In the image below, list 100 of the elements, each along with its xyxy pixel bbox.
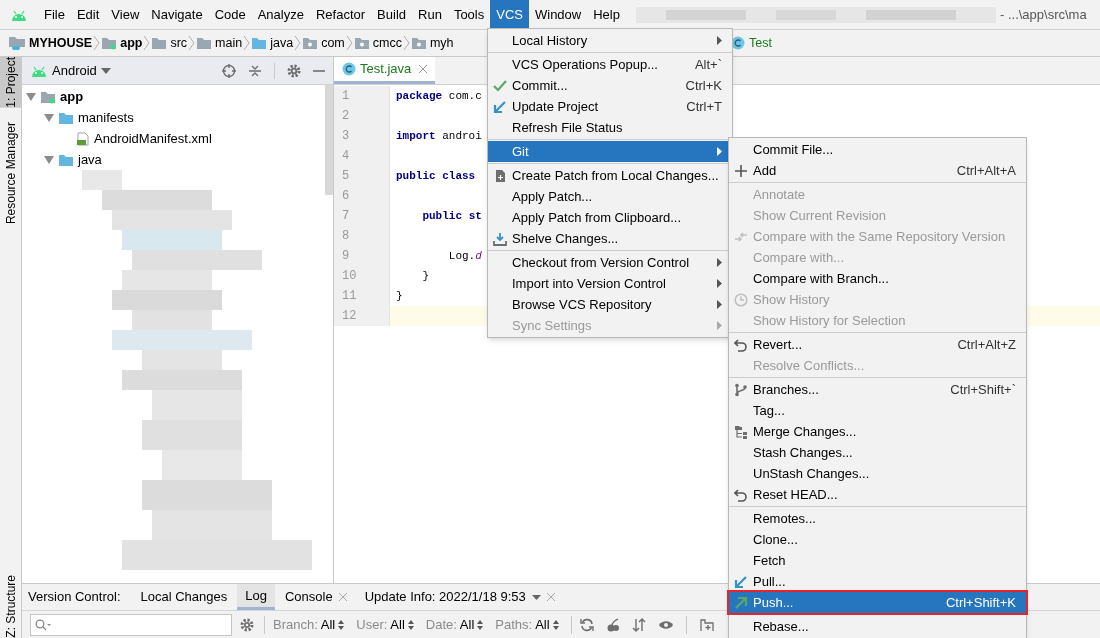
breadcrumb-item[interactable]: main — [215, 33, 243, 53]
filter-dropdown[interactable]: Date: All — [425, 614, 484, 635]
menu-item[interactable]: Apply Patch from Clipboard... — [488, 207, 732, 228]
submenu-arrow-icon — [717, 321, 722, 330]
view-selector[interactable]: Android — [52, 60, 97, 81]
tree-item[interactable]: AndroidManifest.xml — [94, 128, 212, 149]
filter-dropdown[interactable]: Paths: All — [495, 614, 559, 635]
code-line: public class — [395, 168, 477, 184]
search-field[interactable] — [30, 613, 232, 636]
menu-item[interactable]: Apply Patch... — [488, 186, 732, 207]
line-number: 9 — [334, 246, 390, 266]
manifest-file-icon — [76, 131, 90, 146]
menu-item[interactable]: Analyze — [251, 0, 310, 30]
breadcrumb-item[interactable]: com — [321, 33, 345, 53]
editor-tab[interactable]: Test.java — [334, 57, 436, 84]
tree-item[interactable]: manifests — [78, 107, 134, 128]
menu-item[interactable]: VCS — [490, 0, 529, 30]
breadcrumb-item[interactable]: myh — [429, 33, 454, 53]
panel-tab[interactable]: Log — [237, 584, 275, 610]
chevron-icon — [402, 35, 410, 51]
line-number: 4 — [334, 146, 390, 166]
breadcrumb-item[interactable]: src — [170, 33, 188, 53]
filter-dropdown[interactable]: User: All — [356, 614, 414, 635]
breadcrumb-item[interactable]: MYHOUSE — [29, 33, 93, 53]
breadcrumb-item[interactable]: cmcc — [372, 33, 402, 53]
menu-item[interactable]: UnStash Changes... — [729, 463, 1026, 484]
menu-item[interactable]: Remotes... — [729, 508, 1026, 529]
menu-item[interactable]: View — [105, 0, 146, 30]
panel-tab[interactable]: Update Info: 2022/1/18 9:53 — [356, 584, 563, 610]
android-icon — [30, 64, 48, 77]
chevron-icon — [188, 35, 196, 51]
breadcrumb-item[interactable]: app — [120, 33, 143, 53]
menu-item[interactable]: Create Patch from Local Changes... — [488, 165, 732, 186]
close-icon — [338, 593, 347, 601]
tree-item[interactable]: app — [60, 86, 84, 107]
code-line: } — [395, 288, 403, 304]
collapse-icon — [248, 63, 262, 78]
menu-item[interactable]: Add Ctrl+Alt+A — [729, 160, 1026, 181]
menu-item[interactable]: Build — [371, 0, 412, 30]
menu-item[interactable]: File — [38, 0, 71, 30]
folder-icon — [196, 36, 213, 50]
tree-item[interactable]: java — [78, 149, 102, 170]
close-icon — [546, 593, 555, 601]
menu-item[interactable]: Rebase... — [729, 616, 1026, 637]
line-number: 5 — [334, 166, 390, 186]
menu-item[interactable]: Window — [528, 0, 588, 30]
minimize-icon — [313, 69, 325, 72]
menu-item[interactable]: Merge Changes... — [729, 421, 1026, 442]
menu-item[interactable]: Tag... — [729, 400, 1026, 421]
menu-item[interactable]: Refactor — [309, 0, 372, 30]
menu-item[interactable]: Compare with Branch... — [729, 268, 1026, 289]
menu-item[interactable]: VCS Operations Popup... Alt+` — [488, 54, 732, 75]
folder-icon — [58, 152, 74, 167]
plus-icon — [734, 164, 748, 178]
menu-item[interactable]: Push... Ctrl+Shift+K — [729, 592, 1026, 613]
menu-item[interactable]: Fetch — [729, 550, 1026, 571]
side-tab[interactable]: Resource Manager — [0, 121, 21, 224]
menu-item[interactable]: Update Project Ctrl+T — [488, 96, 732, 117]
menu-item[interactable]: Local History — [488, 30, 732, 51]
new-tab-icon — [698, 617, 715, 632]
undo-arrow-icon — [734, 488, 748, 502]
package-folder-icon — [302, 36, 319, 50]
menu-item[interactable]: Checkout from Version Control — [488, 252, 732, 273]
breadcrumb-item[interactable]: Test — [749, 33, 772, 53]
search-icon — [35, 618, 51, 631]
menu-item[interactable]: Pull... — [729, 571, 1026, 592]
menu-item[interactable]: Commit... Ctrl+K — [488, 75, 732, 96]
menu-item[interactable]: Edit — [70, 0, 106, 30]
package-folder-icon — [410, 36, 427, 50]
menu-item[interactable]: Clone... — [729, 529, 1026, 550]
chevron-icon — [93, 35, 101, 51]
menu-item[interactable]: Browse VCS Repository — [488, 294, 732, 315]
side-tab[interactable]: Z: Structure — [0, 575, 21, 638]
scrollbar-thumb[interactable] — [325, 85, 333, 195]
panel-tab[interactable]: Local Changes — [132, 584, 236, 610]
menu-item[interactable]: Run — [412, 0, 448, 30]
updown-icon — [552, 619, 559, 630]
menu-item[interactable]: Revert... Ctrl+Alt+Z — [729, 334, 1026, 355]
menu-item[interactable]: Help — [587, 0, 626, 30]
menu-item[interactable]: Import into Version Control — [488, 273, 732, 294]
menu-item[interactable]: Stash Changes... — [729, 442, 1026, 463]
panel-tab[interactable]: Console — [276, 584, 355, 610]
folder-icon — [151, 36, 168, 50]
menu-item[interactable]: Code — [208, 0, 252, 30]
code-line: Log.d — [447, 248, 482, 264]
caret-icon — [531, 594, 541, 600]
menu-item[interactable]: Refresh File Status — [488, 117, 732, 138]
filter-dropdown[interactable]: Branch: All — [273, 614, 345, 635]
menu-item[interactable]: Navigate — [145, 0, 209, 30]
menu-item[interactable]: Commit File... — [729, 139, 1026, 160]
breadcrumb-item[interactable]: java — [270, 33, 294, 53]
merge-icon — [734, 425, 748, 439]
chevron-icon — [243, 35, 251, 51]
submenu-arrow-icon — [717, 36, 722, 45]
side-tab[interactable]: 1: Project — [0, 57, 21, 108]
check-icon — [493, 79, 507, 93]
menu-item[interactable]: Tools — [447, 0, 491, 30]
menu-item[interactable]: Branches... Ctrl+Shift+` — [729, 379, 1026, 400]
menu-item[interactable]: Shelve Changes... — [488, 228, 732, 249]
menu-item[interactable]: Reset HEAD... — [729, 484, 1026, 505]
